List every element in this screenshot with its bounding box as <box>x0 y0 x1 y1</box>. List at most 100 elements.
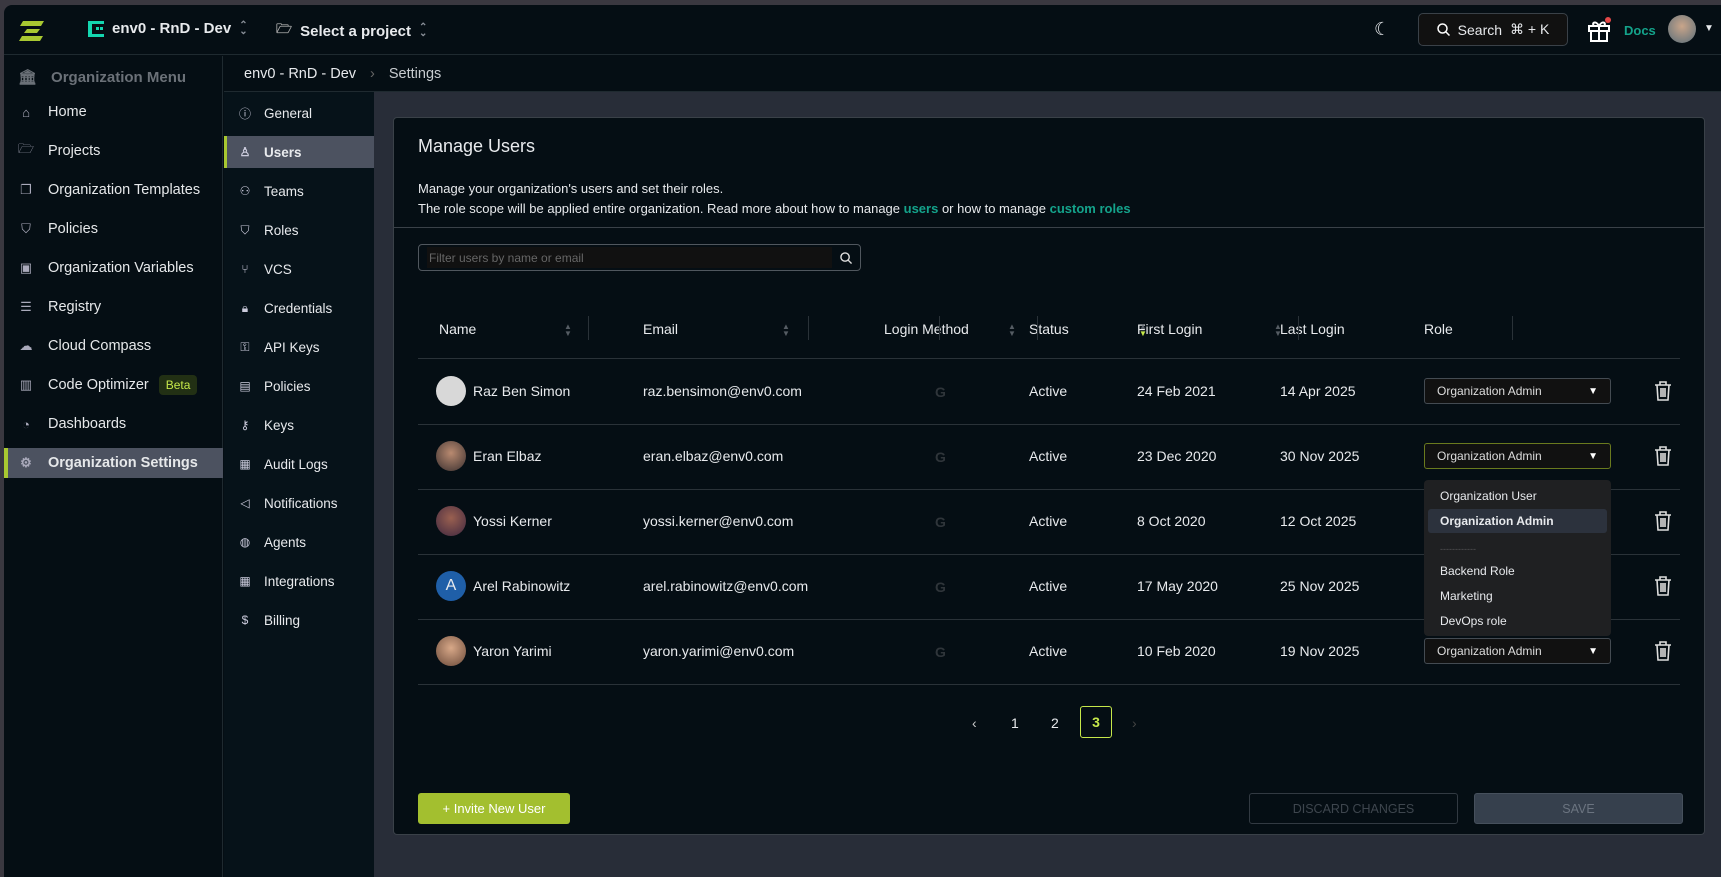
discard-changes-button[interactable]: DISCARD CHANGES <box>1249 793 1458 824</box>
trash-icon[interactable] <box>1654 641 1672 661</box>
column-header-label: Role <box>1424 321 1453 337</box>
role-select[interactable]: Organization Admin ▼ <box>1424 378 1611 404</box>
sidebar-item-registry[interactable]: ☰ Registry <box>4 292 223 322</box>
trash-icon[interactable] <box>1654 446 1672 466</box>
settings-item-vcs[interactable]: ⑂ VCS <box>224 253 374 285</box>
sidebar-item-organization-variables[interactable]: ▣ Organization Variables <box>4 253 223 283</box>
manage-users-card: Manage Users Manage your organization's … <box>393 117 1705 835</box>
first-login: 23 Dec 2020 <box>1137 448 1217 464</box>
terminal-icon: ▣ <box>19 260 33 275</box>
organization-sidebar: 🏛 Organization Menu ⌂ Home 🗁 Projects ❐ Organi… <box>4 56 223 877</box>
search-label: Search <box>1457 21 1503 38</box>
breadcrumb-workspace[interactable]: env0 - RnD - Dev <box>244 66 356 82</box>
settings-item-roles[interactable]: ⛉ Roles <box>224 214 374 246</box>
settings-item-credentials[interactable]: 🔒︎ Credentials <box>224 292 374 324</box>
google-login-icon: G <box>935 384 946 400</box>
column-header-last-login[interactable]: Last Login <box>1280 321 1345 337</box>
bank-icon: 🏛 <box>18 69 38 86</box>
sort-icon[interactable]: ▲ ▼ <box>1008 323 1016 338</box>
folder-icon: 🗁 <box>276 21 293 36</box>
settings-item-integrations[interactable]: ▦ Integrations <box>224 565 374 597</box>
user-name: Raz Ben Simon <box>473 383 571 399</box>
page-1-button[interactable]: 1 <box>1011 715 1019 731</box>
column-header-email[interactable]: Email <box>643 321 678 337</box>
settings-item-notifications[interactable]: ◁ Notifications <box>224 487 374 519</box>
settings-item-policies[interactable]: ▤ Policies <box>224 370 374 402</box>
sidebar-item-organization-settings[interactable]: ⚙ Organization Settings <box>4 448 223 478</box>
user-status: Active <box>1029 578 1068 594</box>
sidebar-item-code-optimizer[interactable]: ▥ Code Optimizer Beta <box>4 370 223 400</box>
caret-down-icon: ▼ <box>1588 645 1598 657</box>
home-icon: ⌂ <box>22 104 30 120</box>
role-option[interactable]: DevOps role <box>1428 609 1607 633</box>
column-separator <box>1512 316 1513 340</box>
shield-check-icon: ⛉ <box>21 221 31 236</box>
user-email: arel.rabinowitz@env0.com <box>643 578 809 594</box>
role-option[interactable]: Marketing <box>1428 584 1607 608</box>
user-status: Active <box>1029 383 1068 399</box>
prev-page-button[interactable]: ‹ <box>972 715 977 731</box>
user-name: Eran Elbaz <box>473 448 542 464</box>
env0-logo[interactable] <box>18 19 46 43</box>
audit-icon: ▦ <box>239 457 251 471</box>
column-header-status[interactable]: Status <box>1029 321 1069 337</box>
user-status: Active <box>1029 513 1068 529</box>
settings-item-billing[interactable]: $ Billing <box>224 604 374 636</box>
folder-icon: 🗁 <box>18 141 35 156</box>
users-link[interactable]: users <box>904 201 939 216</box>
sort-icon[interactable]: ▲ ▼ <box>1139 323 1147 338</box>
key-icon: ⚷ <box>240 418 250 432</box>
column-header-name[interactable]: Name <box>439 321 476 337</box>
settings-item-api-keys[interactable]: ⚿ API Keys <box>224 331 374 363</box>
workspace-selector[interactable]: env0 - RnD - Dev ⌃ ⌄ <box>88 20 248 37</box>
role-select[interactable]: Organization Admin ▼ <box>1424 638 1611 664</box>
settings-item-label: Notifications <box>264 495 338 511</box>
invite-new-user-button[interactable]: + Invite New User <box>418 793 570 824</box>
sidebar-item-projects[interactable]: 🗁 Projects <box>4 136 223 166</box>
moon-icon[interactable]: ☾ <box>1374 19 1390 40</box>
organization-icon <box>88 20 104 37</box>
chart-icon: ▥ <box>19 377 33 392</box>
role-option[interactable]: Backend Role <box>1428 559 1607 583</box>
sort-icon[interactable]: ▲ ▼ <box>564 323 572 338</box>
user-avatar[interactable] <box>1668 15 1696 43</box>
sidebar-item-dashboards[interactable]: ◔ Dashboards <box>4 409 223 439</box>
settings-item-audit-logs[interactable]: ▦ Audit Logs <box>224 448 374 480</box>
settings-item-label: Policies <box>264 378 311 394</box>
filter-users-input[interactable] <box>427 247 832 268</box>
settings-item-keys[interactable]: ⚷ Keys <box>224 409 374 441</box>
settings-item-agents[interactable]: ◍ Agents <box>224 526 374 558</box>
settings-item-teams[interactable]: ⚇ Teams <box>224 175 374 207</box>
next-page-button[interactable]: › <box>1132 715 1137 731</box>
settings-item-users[interactable]: ♙ Users <box>224 136 374 168</box>
chevron-right-icon: › <box>370 65 375 82</box>
settings-item-general[interactable]: ⓘ General <box>224 97 374 129</box>
search-icon[interactable] <box>840 251 852 264</box>
trash-icon[interactable] <box>1654 511 1672 531</box>
role-option[interactable]: Organization User <box>1428 484 1607 508</box>
project-selector[interactable]: 🗁 Select a project ⌃ ⌄ <box>276 20 427 42</box>
sidebar-item-organization-templates[interactable]: ❐ Organization Templates <box>4 175 223 205</box>
first-login: 8 Oct 2020 <box>1137 513 1206 529</box>
page-3-button[interactable]: 3 <box>1080 706 1112 738</box>
trash-icon[interactable] <box>1654 576 1672 596</box>
custom-roles-link[interactable]: custom roles <box>1050 201 1131 216</box>
user-status: Active <box>1029 448 1068 464</box>
caret-down-icon[interactable]: ▼ <box>1704 23 1714 34</box>
gift-icon[interactable] <box>1586 17 1612 43</box>
sort-icon[interactable]: ▲ ▼ <box>1274 323 1282 338</box>
role-select[interactable]: Organization Admin ▼ <box>1424 443 1611 469</box>
sidebar-item-cloud-compass[interactable]: ☁ Cloud Compass <box>4 331 223 361</box>
save-button[interactable]: SAVE <box>1474 793 1683 824</box>
role-option[interactable]: Organization Admin <box>1428 509 1607 533</box>
search-button[interactable]: Search ⌘ + K <box>1418 13 1568 46</box>
page-2-button[interactable]: 2 <box>1051 715 1059 731</box>
sidebar-item-home[interactable]: ⌂ Home <box>4 97 223 127</box>
sidebar-item-policies[interactable]: ⛉ Policies <box>4 214 223 244</box>
registry-icon: ☰ <box>20 299 32 314</box>
sort-icon[interactable]: ▲ ▼ <box>782 323 790 338</box>
trash-icon[interactable] <box>1654 381 1672 401</box>
description-text: The role scope will be applied entire or… <box>418 201 904 216</box>
docs-link[interactable]: Docs <box>1624 23 1656 38</box>
organization-menu-header: 🏛 Organization Menu <box>18 68 186 87</box>
